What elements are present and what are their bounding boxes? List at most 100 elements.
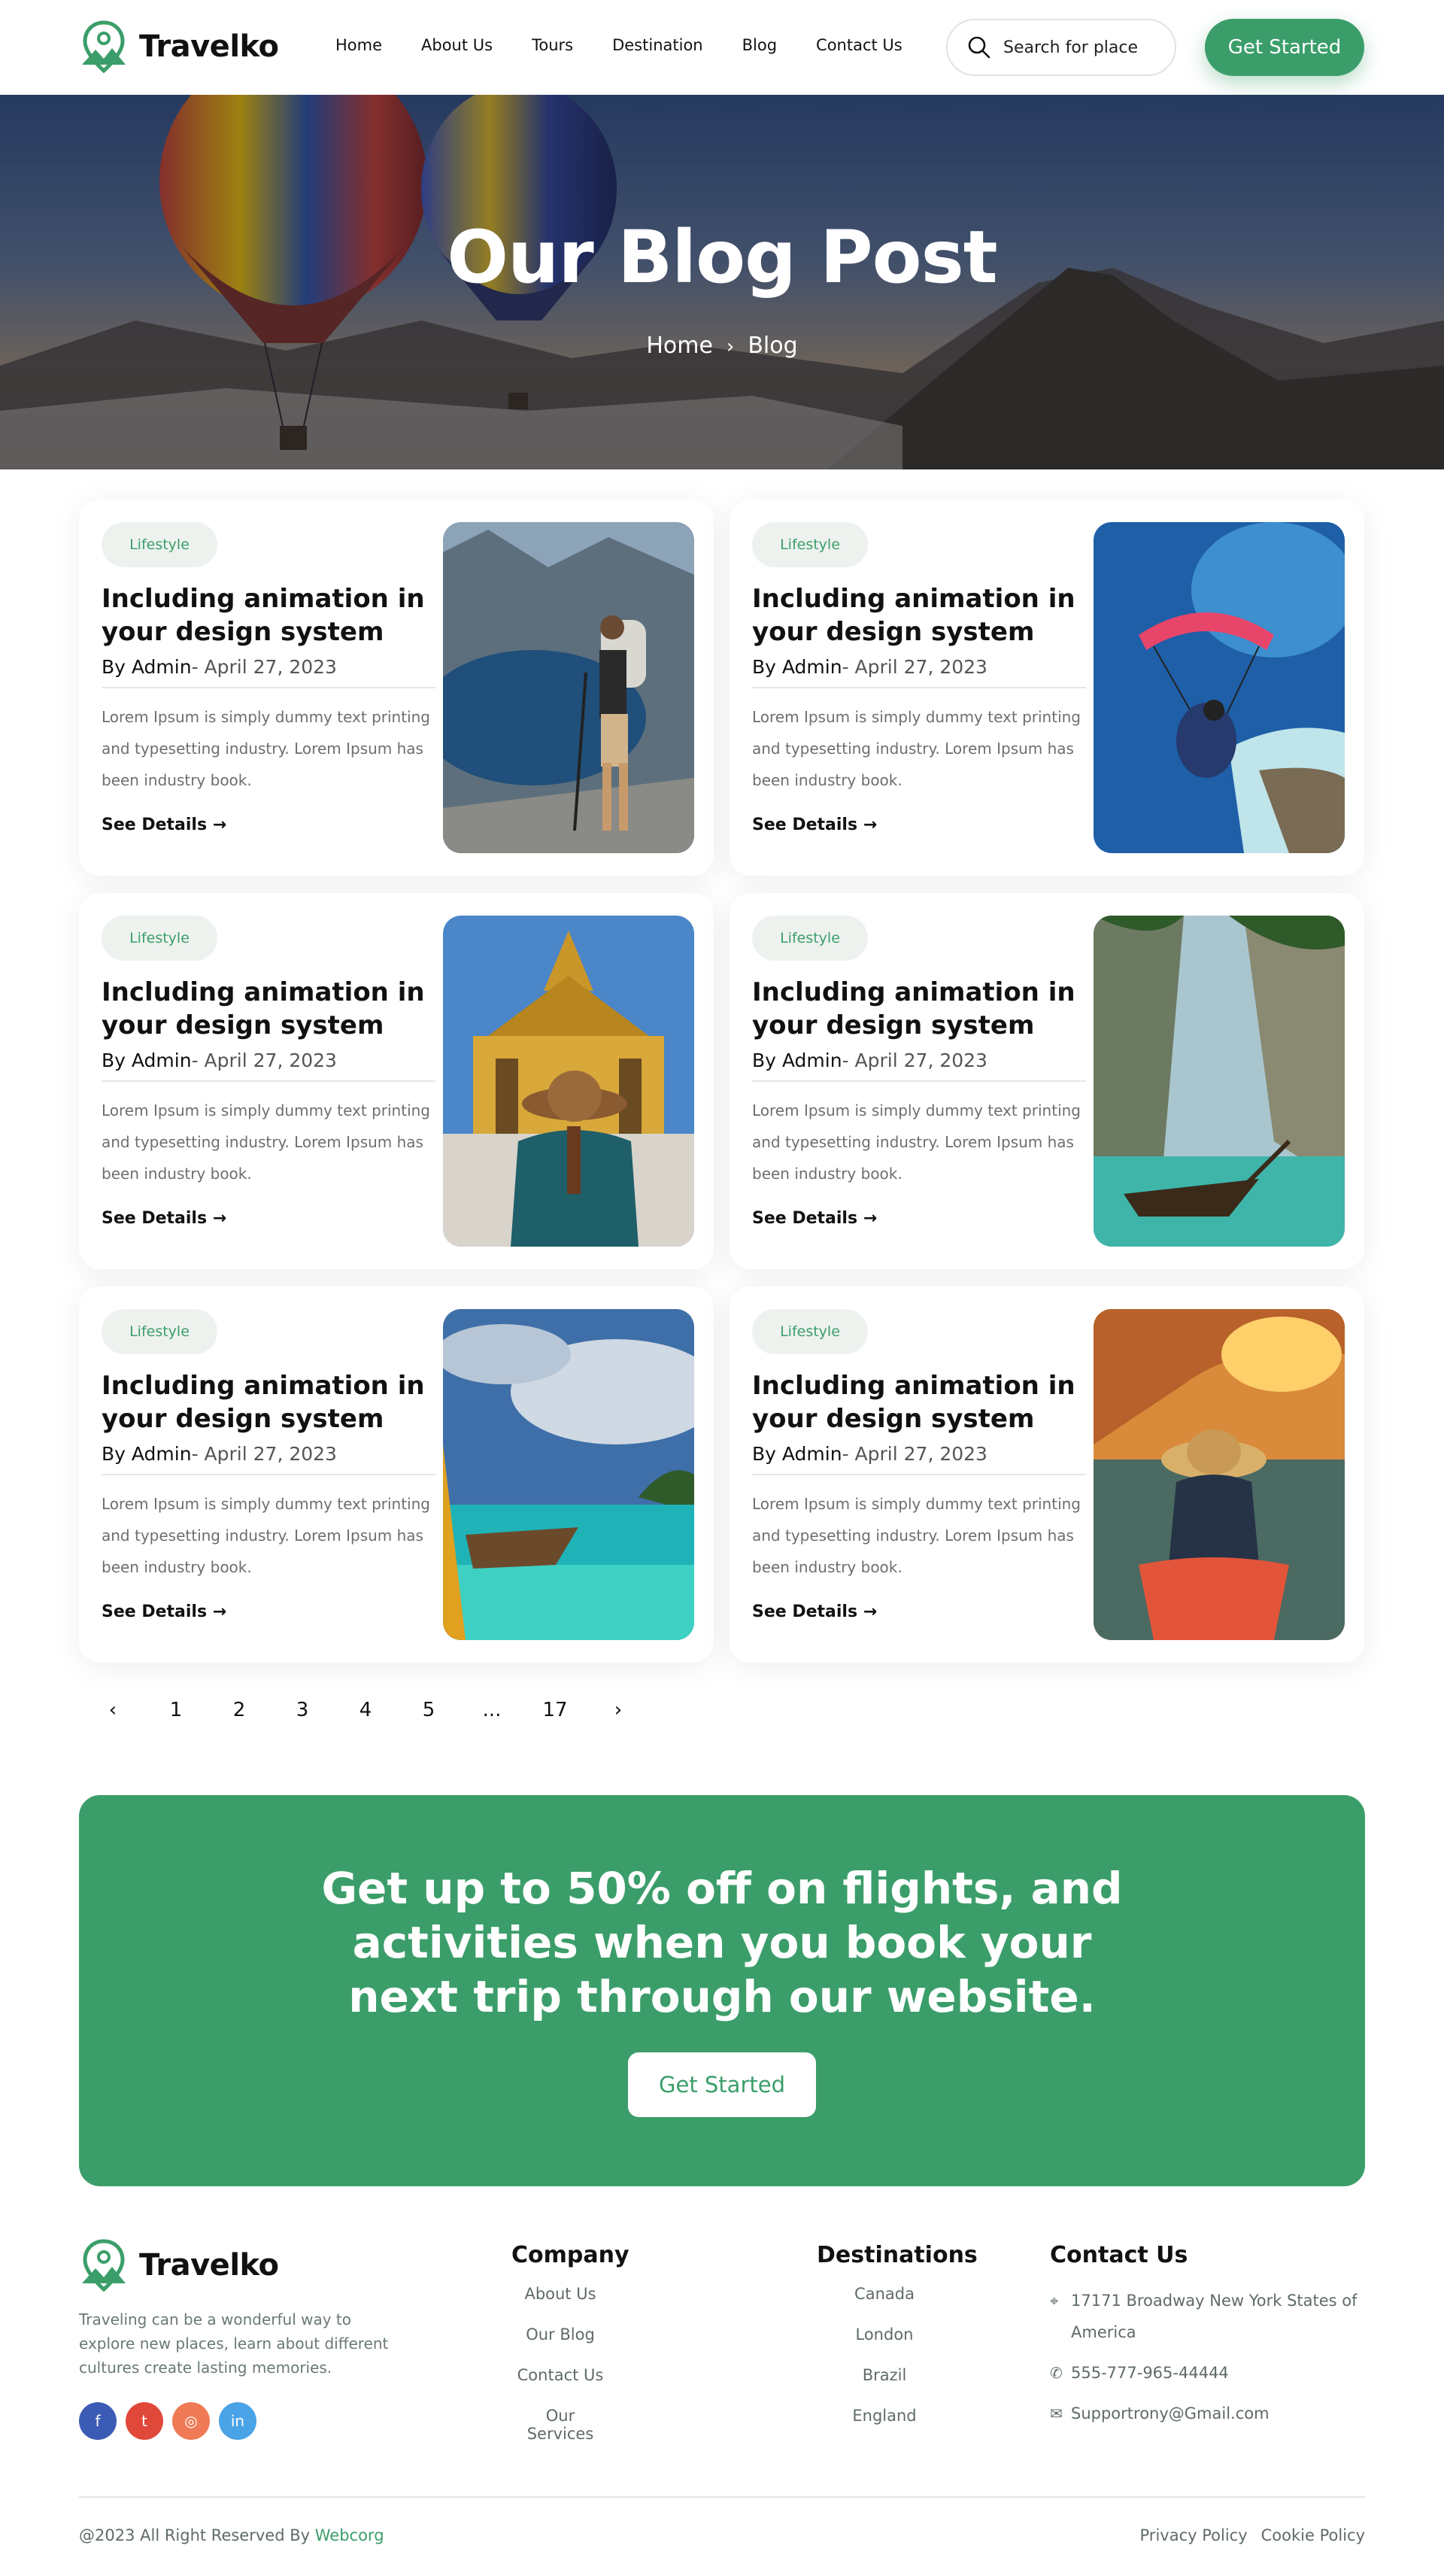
logo-pin-icon bbox=[82, 2239, 126, 2292]
post-meta: By Admin- April 27, 2023 bbox=[102, 1443, 435, 1475]
arrow-right-icon: → bbox=[863, 1209, 878, 1228]
post-author: By Admin bbox=[102, 1050, 192, 1071]
pagination: ‹ 1 2 3 4 5 ... 17 › bbox=[81, 1699, 650, 1721]
page-17[interactable]: 17 bbox=[523, 1699, 587, 1721]
nav-destination[interactable]: Destination bbox=[612, 36, 703, 54]
post-excerpt: Lorem Ipsum is simply dummy text printin… bbox=[752, 708, 1081, 789]
see-details-link[interactable]: See Details → bbox=[102, 816, 226, 834]
footer-link-about-us[interactable]: About Us bbox=[524, 2285, 596, 2303]
see-details-link[interactable]: See Details → bbox=[102, 1209, 226, 1228]
category-badge[interactable]: Lifestyle bbox=[102, 1309, 217, 1354]
footer-logo[interactable]: Travelko bbox=[79, 2238, 279, 2292]
prev-page-button[interactable]: ‹ bbox=[81, 1699, 144, 1721]
blog-card: Lifestyle Including animation in your de… bbox=[79, 1286, 714, 1663]
arrow-right-icon: → bbox=[212, 1209, 227, 1228]
breadcrumb-home[interactable]: Home bbox=[646, 333, 713, 359]
nav-tours[interactable]: Tours bbox=[532, 36, 573, 54]
post-title[interactable]: Including animation in your design syste… bbox=[752, 1369, 1075, 1435]
facebook-icon[interactable]: f bbox=[79, 2402, 117, 2440]
see-details-link[interactable]: See Details → bbox=[752, 1209, 877, 1228]
chevron-right-icon: › bbox=[726, 336, 735, 358]
post-meta: By Admin- April 27, 2023 bbox=[752, 1050, 1086, 1082]
privacy-policy-link[interactable]: Privacy Policy bbox=[1140, 2526, 1248, 2544]
post-image-longtail-boat-cliffs[interactable] bbox=[1094, 916, 1345, 1247]
footer-contact-heading: Contact Us bbox=[1050, 2242, 1188, 2268]
footer-link-our-services[interactable]: Our Services bbox=[527, 2407, 594, 2443]
see-details-label: See Details bbox=[102, 816, 208, 834]
post-image-hiker-fjord[interactable] bbox=[443, 522, 694, 853]
footer-link-england[interactable]: England bbox=[852, 2407, 916, 2425]
location-pin-icon: ⌖ bbox=[1050, 2292, 1059, 2310]
post-author: By Admin bbox=[102, 656, 192, 678]
see-details-link[interactable]: See Details → bbox=[752, 816, 877, 834]
footer-company-column: Company About Us Our Blog Contact Us Our… bbox=[511, 2242, 629, 2447]
post-title[interactable]: Including animation in your design syste… bbox=[102, 976, 425, 1042]
post-title[interactable]: Including animation in your design syste… bbox=[102, 1369, 425, 1435]
post-author: By Admin bbox=[102, 1443, 192, 1465]
footer-link-our-blog[interactable]: Our Blog bbox=[526, 2325, 595, 2344]
post-image-temple-traveler[interactable] bbox=[443, 916, 694, 1247]
footer-link-contact-us[interactable]: Contact Us bbox=[517, 2366, 604, 2384]
page-2[interactable]: 2 bbox=[208, 1699, 271, 1721]
see-details-label: See Details bbox=[752, 816, 858, 834]
blog-card: Lifestyle Including animation in your de… bbox=[79, 893, 714, 1269]
footer-link-canada[interactable]: Canada bbox=[854, 2285, 915, 2303]
social-links: f t ◎ in bbox=[79, 2402, 256, 2440]
page-1[interactable]: 1 bbox=[144, 1699, 208, 1721]
arrow-right-icon: → bbox=[212, 816, 227, 834]
promo-get-started-button[interactable]: Get Started bbox=[628, 2052, 816, 2117]
page-5[interactable]: 5 bbox=[397, 1699, 460, 1721]
footer-destinations-heading: Destinations bbox=[817, 2242, 978, 2268]
post-title[interactable]: Including animation in your design syste… bbox=[102, 582, 425, 649]
footer-link-london[interactable]: London bbox=[856, 2325, 914, 2344]
post-author: By Admin bbox=[752, 1050, 842, 1071]
footer-about-text: Traveling can be a wonderful way to expl… bbox=[79, 2310, 389, 2377]
post-image-kayak-sea-cave[interactable] bbox=[1094, 1309, 1345, 1640]
twitter-icon[interactable]: t bbox=[126, 2402, 163, 2440]
get-started-button[interactable]: Get Started bbox=[1205, 19, 1364, 76]
see-details-link[interactable]: See Details → bbox=[102, 1602, 226, 1621]
legal-links: Privacy Policy Cookie Policy bbox=[1140, 2526, 1365, 2544]
arrow-right-icon: → bbox=[863, 1602, 878, 1621]
next-page-button[interactable]: › bbox=[587, 1699, 650, 1721]
post-meta: By Admin- April 27, 2023 bbox=[752, 1443, 1086, 1475]
blog-card: Lifestyle Including animation in your de… bbox=[730, 893, 1364, 1269]
instagram-icon[interactable]: ◎ bbox=[172, 2402, 210, 2440]
nav-contact-us[interactable]: Contact Us bbox=[816, 36, 902, 54]
footer-company-heading: Company bbox=[511, 2242, 629, 2268]
category-badge[interactable]: Lifestyle bbox=[752, 1309, 868, 1354]
nav-about-us[interactable]: About Us bbox=[421, 36, 493, 54]
blog-card: Lifestyle Including animation in your de… bbox=[730, 1286, 1364, 1663]
blog-card: Lifestyle Including animation in your de… bbox=[730, 500, 1364, 876]
post-meta: By Admin- April 27, 2023 bbox=[102, 1050, 435, 1082]
linkedin-icon[interactable]: in bbox=[219, 2402, 256, 2440]
page-3[interactable]: 3 bbox=[271, 1699, 334, 1721]
copyright-brand-link[interactable]: Webcorg bbox=[315, 2526, 384, 2544]
category-badge[interactable]: Lifestyle bbox=[102, 522, 217, 567]
page-title: Our Blog Post bbox=[447, 215, 997, 299]
breadcrumb-current: Blog bbox=[748, 333, 798, 359]
post-meta: By Admin- April 27, 2023 bbox=[752, 656, 1086, 688]
see-details-link[interactable]: See Details → bbox=[752, 1602, 877, 1621]
site-logo[interactable]: Travelko bbox=[79, 20, 279, 74]
cookie-policy-link[interactable]: Cookie Policy bbox=[1261, 2526, 1365, 2544]
post-title[interactable]: Including animation in your design syste… bbox=[752, 582, 1075, 649]
nav-home[interactable]: Home bbox=[335, 36, 382, 54]
search-input[interactable]: Search for place bbox=[946, 19, 1176, 76]
category-badge[interactable]: Lifestyle bbox=[752, 916, 868, 961]
footer-link-brazil[interactable]: Brazil bbox=[863, 2366, 907, 2384]
post-image-boat-turquoise-sea[interactable] bbox=[443, 1309, 694, 1640]
page-4[interactable]: 4 bbox=[334, 1699, 397, 1721]
contact-email[interactable]: ✉ Supportrony@Gmail.com bbox=[1050, 2398, 1366, 2429]
category-badge[interactable]: Lifestyle bbox=[752, 522, 868, 567]
copyright-text: @2023 All Right Reserved By bbox=[79, 2526, 311, 2544]
post-image-paraglider-coast[interactable] bbox=[1094, 522, 1345, 853]
category-badge[interactable]: Lifestyle bbox=[102, 916, 217, 961]
nav-blog[interactable]: Blog bbox=[742, 36, 777, 54]
arrow-right-icon: → bbox=[863, 816, 878, 834]
contact-phone[interactable]: ✆ 555-777-965-44444 bbox=[1050, 2357, 1366, 2389]
see-details-label: See Details bbox=[752, 1602, 858, 1621]
post-excerpt: Lorem Ipsum is simply dummy text printin… bbox=[102, 1495, 431, 1576]
search-placeholder: Search for place bbox=[1003, 38, 1139, 57]
post-title[interactable]: Including animation in your design syste… bbox=[752, 976, 1075, 1042]
